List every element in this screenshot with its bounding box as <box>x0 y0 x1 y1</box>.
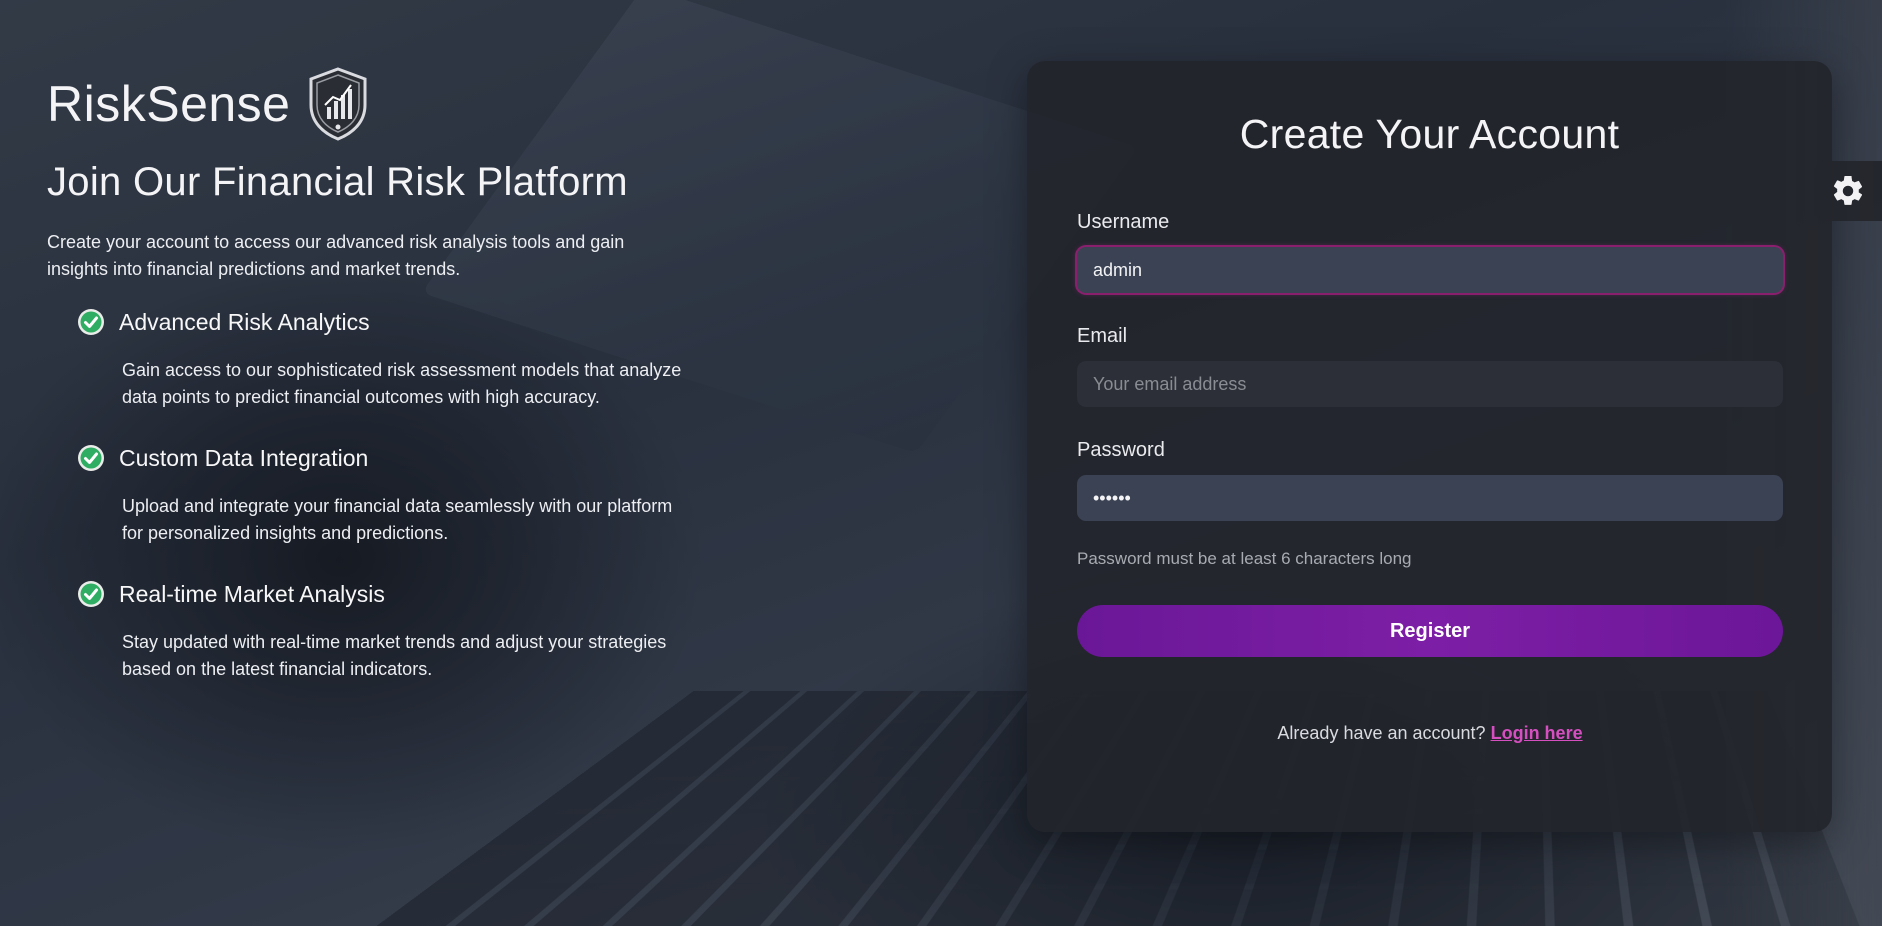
feature-item: Real-time Market Analysis Stay updated w… <box>77 577 687 683</box>
register-button[interactable]: Register <box>1077 605 1783 657</box>
check-circle-icon <box>78 581 104 607</box>
password-input[interactable] <box>1077 475 1783 521</box>
check-circle-icon <box>78 445 104 471</box>
gear-icon <box>1833 175 1863 205</box>
intro-text: Create your account to access our advanc… <box>47 232 625 279</box>
feature-description: Upload and integrate your financial data… <box>122 496 673 543</box>
brand-name: RiskSense <box>47 76 291 132</box>
feature-title: Real-time Market Analysis <box>119 580 385 607</box>
feature-list: Advanced Risk Analytics Gain access to o… <box>47 305 687 683</box>
email-input[interactable] <box>1077 361 1783 407</box>
email-label: Email <box>1077 325 1128 347</box>
feature-title: Custom Data Integration <box>119 444 369 471</box>
password-label: Password <box>1077 439 1165 461</box>
info-panel: RiskSense Join Our Financial Risk Platfo… <box>47 62 687 713</box>
brand: RiskSense <box>47 62 687 146</box>
username-input[interactable] <box>1077 247 1783 293</box>
settings-button[interactable] <box>1814 161 1882 221</box>
login-link[interactable]: Login here <box>1491 723 1583 743</box>
password-hint: Password must be at least 6 characters l… <box>1077 549 1412 568</box>
login-prompt-text: Already have an account? <box>1277 723 1486 743</box>
form-title: Create Your Account <box>1239 111 1620 157</box>
feature-item: Custom Data Integration Upload and integ… <box>77 441 687 547</box>
check-circle-icon <box>78 309 104 335</box>
feature-description: Gain access to our sophisticated risk as… <box>122 360 682 407</box>
page-tagline: Join Our Financial Risk Platform <box>47 160 628 204</box>
login-prompt: Already have an account? Login here <box>1077 723 1783 744</box>
username-label: Username <box>1077 211 1170 233</box>
feature-title: Advanced Risk Analytics <box>119 308 370 335</box>
register-form: Username Email Password Password must be… <box>1077 211 1783 744</box>
register-card: Create Your Account Username Email Passw… <box>1027 61 1832 832</box>
feature-description: Stay updated with real-time market trend… <box>122 632 667 679</box>
feature-item: Advanced Risk Analytics Gain access to o… <box>77 305 687 411</box>
shield-chart-icon <box>309 67 366 141</box>
